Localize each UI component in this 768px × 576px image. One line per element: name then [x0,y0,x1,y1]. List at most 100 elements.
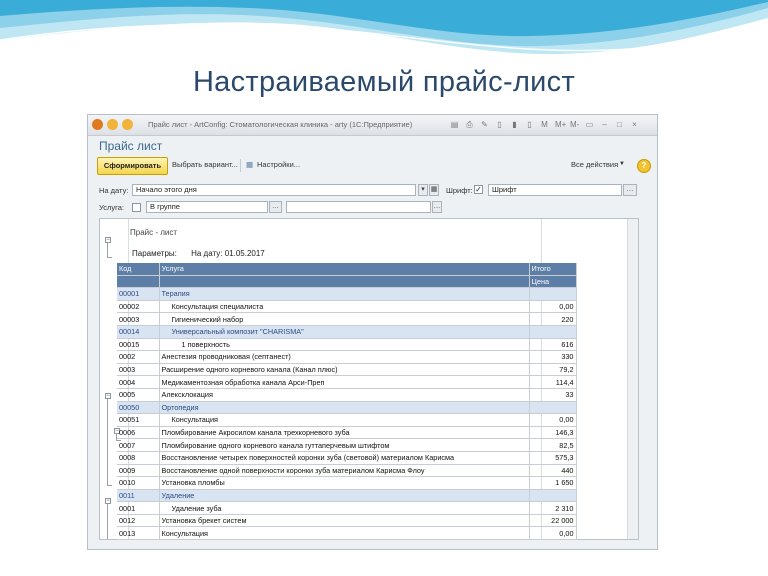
cell-service: Установка брекет систем [159,514,530,528]
cell-code: 0009 [117,464,160,478]
cell-price: 0,00 [529,526,577,541]
cell-price [529,489,577,503]
table-header-row: Код Услуга Итого [117,263,577,276]
tool-list-icon[interactable]: ▤ [450,119,459,130]
tool-doc-icon[interactable]: ▯ [495,119,504,130]
back-icon[interactable] [107,119,118,130]
params-label: Параметры: [132,249,177,258]
col-code-subheader [117,275,160,289]
maximize-icon[interactable]: □ [615,119,624,130]
collapse-orthopedy-icon[interactable]: − [105,498,111,504]
table-row[interactable]: 0013 Консультация 0,00 [117,526,577,541]
date-clear-icon[interactable]: ▦ [429,184,439,196]
tool-edit-icon[interactable]: ✎ [480,119,489,130]
table-row[interactable]: 0007 Пломбирование одного корневого канал… [117,438,577,452]
slide-title: Настраиваемый прайс-лист [192,66,576,98]
tool-window-icon[interactable]: ▭ [585,119,594,130]
font-field[interactable]: Шрифт [488,184,622,196]
tool-calc-icon[interactable]: ▮ [510,119,519,130]
cell-price: 616 [529,338,577,352]
tool-memory-minus-button[interactable]: M- [570,119,579,130]
forward-icon[interactable] [122,119,133,130]
cell-service: Удаление [159,489,530,503]
cell-service: Расширение одного корневого канала (Кана… [159,363,530,377]
table-row[interactable]: 0010 Установка пломбы 1 650 [117,476,577,490]
tool-memory-button[interactable]: M [540,119,549,130]
app-logo-icon[interactable] [92,119,103,130]
cell-service: Ортопедия [159,401,530,415]
date-dropdown-icon[interactable]: ▾ [418,184,428,196]
cell-service: Пломбирование Акросилом канала трехкорне… [159,426,530,440]
table-row[interactable]: 0001 Удаление зуба 2 310 [117,501,577,515]
table-subheader-row: Цена [117,275,577,289]
group-row[interactable]: 00001 Терапия [117,287,577,301]
gutter-line [107,485,112,486]
table-row[interactable]: 0003 Расширение одного корневого канала (… [117,363,577,377]
table-row[interactable]: 0009 Восстановление одной поверхности кор… [117,464,577,478]
cell-service: Восстановление четырех поверхностей коро… [159,451,530,465]
cell-service: Пломбирование одного корневого канала гу… [159,438,530,452]
cell-service: Удаление зуба [159,501,530,515]
tool-calendar-icon[interactable]: ▯ [525,119,534,130]
cell-price: 79,2 [529,363,577,377]
table-row[interactable]: 00003 Гигиенический набор 220 [117,312,577,326]
chevron-down-icon[interactable]: ▼ [619,161,625,167]
cell-service: Консультация [159,526,530,541]
cell-code: 0006 [117,426,160,440]
group-row[interactable]: 00050 Ортопедия [117,401,577,415]
service-select-button[interactable]: … [432,201,442,213]
app-window: Прайс лист - ArtConfig: Стоматологическа… [87,114,658,550]
collapse-title-icon[interactable]: − [105,237,111,243]
table-row[interactable]: 00015 1 поверхность 616 [117,338,577,352]
settings-button[interactable]: Настройки... [257,160,300,169]
help-button[interactable]: ? [637,159,651,173]
report-scrollbar[interactable] [627,219,638,539]
minimize-icon[interactable]: – [600,119,609,130]
service-checkbox[interactable] [132,203,141,212]
table-row[interactable]: 0002 Анестезия проводниковая (септанест) 3… [117,350,577,364]
font-select-button[interactable]: … [623,184,637,196]
window-title: Прайс лист - ArtConfig: Стоматологическа… [148,120,413,129]
cell-code: 00051 [117,413,160,427]
cell-price: 220 [529,312,577,326]
tool-print-icon[interactable]: ⎙ [465,119,474,130]
col-price-header: Цена [529,275,577,289]
service-value-field[interactable] [286,201,431,213]
collapse-therapy-icon[interactable]: − [105,393,111,399]
date-field[interactable]: Начало этого дня [132,184,416,196]
table-row[interactable]: 0012 Установка брекет систем 22 000 [117,514,577,528]
cell-code: 00015 [117,338,160,352]
settings-icon[interactable]: ▦ [246,160,253,169]
table-row[interactable]: 0008 Восстановление четырех поверхностей … [117,451,577,465]
table-row[interactable]: 00051 Консультация 0,00 [117,413,577,427]
cell-price: 146,3 [529,426,577,440]
cell-code: 0001 [117,501,160,515]
table-row[interactable]: 0006 Пломбирование Акросилом канала трехк… [117,426,577,440]
choose-variant-button[interactable]: Выбрать вариант... [172,160,238,169]
cell-service: Терапия [159,287,530,301]
gutter-line [107,399,108,485]
gutter-line [107,504,108,539]
table-row[interactable]: 00002 Консультация специалиста 0,00 [117,300,577,314]
service-mode-field[interactable]: В группе [146,201,268,213]
group-row[interactable]: 0011 Удаление [117,489,577,503]
cell-service: Универсальный композит "CHARISMA" [159,325,530,339]
font-checkbox[interactable]: ✓ [474,185,483,194]
table-row[interactable]: 0005 Алексклокация 33 [117,388,577,402]
cell-code: 00003 [117,312,160,326]
cell-price: 114,4 [529,375,577,389]
cell-price: 0,00 [529,413,577,427]
cell-price [529,401,577,415]
all-actions-menu[interactable]: Все действия [571,160,618,169]
cell-code: 0011 [117,489,160,503]
toolbar-divider [240,159,241,172]
group-row[interactable]: 00014 Универсальный композит "CHARISMA" [117,325,577,339]
cell-code: 0003 [117,363,160,377]
cell-price: 33 [529,388,577,402]
service-mode-select-button[interactable]: … [269,201,282,213]
cell-code: 0005 [117,388,160,402]
generate-button[interactable]: Сформировать [97,157,168,175]
table-row[interactable]: 0004 Медикаментозная обработка канала Арс… [117,375,577,389]
tool-memory-plus-button[interactable]: M+ [555,119,566,130]
close-icon[interactable]: × [630,119,639,130]
